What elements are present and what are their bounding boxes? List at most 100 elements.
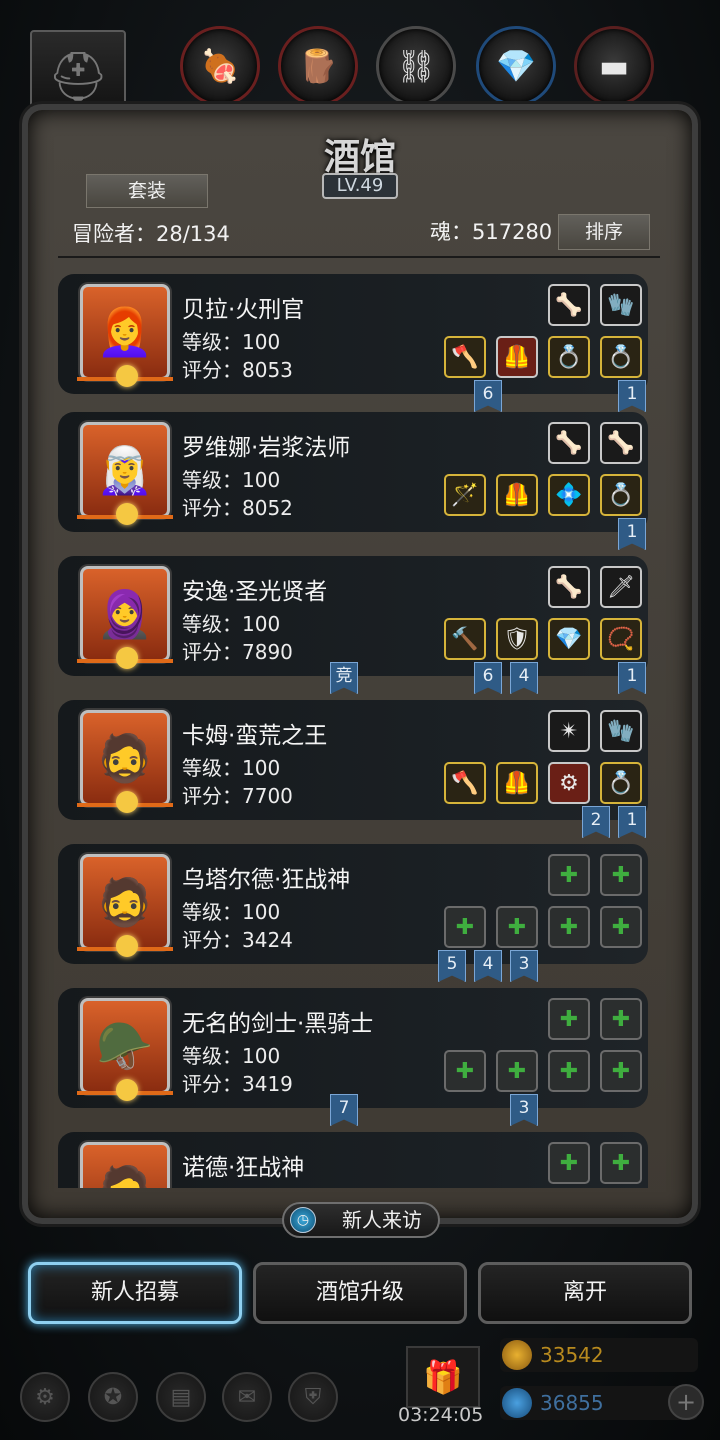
equipment-slot[interactable]: ✚ xyxy=(496,906,538,948)
equipment-slot[interactable]: ✚ xyxy=(444,906,486,948)
equipment-slot[interactable]: 🦺 xyxy=(496,336,538,378)
equipment-slot[interactable]: 🦴 xyxy=(548,284,590,326)
add-currency-button[interactable]: + xyxy=(668,1384,704,1420)
hero-score: 评分：8053 xyxy=(182,358,293,382)
hero-card[interactable]: 🪖 无名的剑士·黑骑士 等级：100 评分：3419 ✚ ✚ ✚ ✚ ✚ ✚ xyxy=(58,988,648,1108)
equipment-slot[interactable]: 🧤 xyxy=(600,710,642,752)
equipment-slot[interactable]: ✚ xyxy=(444,1050,486,1092)
equipment-slot[interactable]: ✚ xyxy=(600,998,642,1040)
hero-portrait[interactable]: 🧔 xyxy=(80,1142,170,1188)
hero-portrait[interactable]: 🧔 xyxy=(77,710,173,813)
wood-icon[interactable]: 🪵 xyxy=(278,26,358,106)
meat-icon[interactable]: 🍖 xyxy=(180,26,260,106)
equipment-slot[interactable]: 🪄 xyxy=(444,474,486,516)
enhance-tag: 7 xyxy=(330,1094,358,1126)
enhance-tag: 1 xyxy=(618,380,646,412)
equipment-slot[interactable]: ✚ xyxy=(600,906,642,948)
equipment-slot[interactable]: ✚ xyxy=(548,1142,590,1184)
hero-level: 等级：100 xyxy=(182,756,281,780)
equipment-slot[interactable]: 💎 xyxy=(548,618,590,660)
equipment-slot[interactable]: 💍 xyxy=(548,336,590,378)
equipment-slot[interactable]: ✚ xyxy=(548,906,590,948)
equipment-slot[interactable]: 🗡 xyxy=(600,566,642,608)
hero-portrait[interactable]: 🧕 xyxy=(77,566,173,669)
upgrade-tavern-button[interactable]: 酒馆升级 xyxy=(253,1262,467,1324)
equipment-slot[interactable]: 🧤 xyxy=(600,284,642,326)
equipment-slot[interactable]: 🦴 xyxy=(600,422,642,464)
equipment-slot[interactable]: ⚙ xyxy=(548,762,590,804)
hero-portrait[interactable]: 🧔 xyxy=(77,854,173,957)
hero-level: 等级：100 xyxy=(182,900,281,924)
equipment-slot[interactable]: 📿 xyxy=(600,618,642,660)
scroll-icon[interactable]: ▤ xyxy=(156,1372,206,1422)
equipment-slot[interactable]: 🦴 xyxy=(548,422,590,464)
hero-face-icon: 🧔 xyxy=(96,874,154,929)
equipment-slot[interactable]: 🛡 xyxy=(496,618,538,660)
hero-score: 评分：7890 xyxy=(182,640,293,664)
enhance-tag: 6 xyxy=(474,380,502,412)
enhance-tag: 1 xyxy=(618,518,646,550)
hero-name: 贝拉·火刑官 xyxy=(182,297,305,323)
equipment-slot[interactable]: 💠 xyxy=(548,474,590,516)
equipment-slot[interactable]: ✚ xyxy=(548,1050,590,1092)
hero-card[interactable]: 🧔 乌塔尔德·狂战神 等级：100 评分：3424 ✚ ✚ ✚ ✚ ✚ ✚ xyxy=(58,844,648,964)
mail-icon[interactable]: ✉ xyxy=(222,1372,272,1422)
sort-button[interactable]: 排序 xyxy=(558,214,650,250)
equipment-slot[interactable]: ✚ xyxy=(600,1050,642,1092)
hero-score: 评分：7700 xyxy=(182,784,293,808)
equipment-slot[interactable]: 🦺 xyxy=(496,762,538,804)
equipment-slot[interactable]: ✴ xyxy=(548,710,590,752)
enhance-tag: 5 xyxy=(438,950,466,982)
recruit-button[interactable]: 新人招募 xyxy=(28,1262,242,1324)
hero-name: 罗维娜·岩浆法师 xyxy=(182,435,351,461)
hero-face-icon: 🧕 xyxy=(96,586,154,641)
hero-portrait[interactable]: 👩‍🦰 xyxy=(77,284,173,387)
equipment-slot[interactable]: ✚ xyxy=(600,854,642,896)
equipment-slot[interactable]: 💍 xyxy=(600,762,642,804)
hero-portrait[interactable]: 🪖 xyxy=(77,998,173,1101)
hero-level: 等级：100 xyxy=(182,1184,280,1188)
equipment-slot[interactable]: ✚ xyxy=(600,1142,642,1184)
set-button[interactable]: 套装 xyxy=(86,174,208,208)
equipment-slot[interactable]: 💍 xyxy=(600,336,642,378)
hero-card[interactable]: 🧝‍♀️ 罗维娜·岩浆法师 等级：100 评分：8052 🦴 🦴 🪄 🦺 💠 💍 xyxy=(58,412,648,532)
hero-card[interactable]: 👩‍🦰 贝拉·火刑官 等级：100 评分：8053 🦴 🧤 🪓 🦺 💍 💍 xyxy=(58,274,648,394)
hero-card[interactable]: 🧔 卡姆·蛮荒之王 等级：100 评分：7700 ✴ 🧤 🪓 🦺 ⚙ 💍 xyxy=(58,700,648,820)
gem-value: 36855 xyxy=(540,1391,604,1415)
gold-coin-icon xyxy=(502,1340,532,1370)
star-badge-icon[interactable]: ✪ xyxy=(88,1372,138,1422)
iron-icon[interactable]: ⛓ xyxy=(376,26,456,106)
settings-gear-icon[interactable]: ⚙ xyxy=(20,1372,70,1422)
equipment-slot[interactable]: ✚ xyxy=(548,854,590,896)
equipment-slot[interactable]: ✚ xyxy=(548,998,590,1040)
ingot-icon[interactable]: ▬ xyxy=(574,26,654,106)
crystal-icon[interactable]: 💎 xyxy=(476,26,556,106)
gift-box-icon[interactable]: 🎁 xyxy=(406,1346,480,1408)
equipment-slot[interactable]: 🪓 xyxy=(444,336,486,378)
hero-face-icon: 🧝‍♀️ xyxy=(96,442,154,497)
equipment-slot[interactable]: 🔨 xyxy=(444,618,486,660)
shield-icon[interactable]: ⛨ xyxy=(288,1372,338,1422)
moon-icon xyxy=(116,935,138,957)
equipment-slot[interactable]: 💍 xyxy=(600,474,642,516)
hero-score: 评分：8052 xyxy=(182,496,293,520)
leave-button[interactable]: 离开 xyxy=(478,1262,692,1324)
hero-portrait[interactable]: 🧝‍♀️ xyxy=(77,422,173,525)
hero-name: 无名的剑士·黑骑士 xyxy=(182,1011,374,1037)
equipment-slot[interactable]: ✚ xyxy=(496,1050,538,1092)
hero-face-icon: 👩‍🦰 xyxy=(96,304,154,359)
hero-face-icon: 🧔 xyxy=(96,730,154,785)
enhance-tag: 1 xyxy=(618,662,646,694)
equipment-slot[interactable]: 🪓 xyxy=(444,762,486,804)
equipment-slot[interactable]: 🦺 xyxy=(496,474,538,516)
enhance-tag: 3 xyxy=(510,950,538,982)
hero-list[interactable]: 👩‍🦰 贝拉·火刑官 等级：100 评分：8053 🦴 🧤 🪓 🦺 💍 💍 6 1 🧝‍♀️ 罗维娜·岩浆… xyxy=(58,266,660,1188)
hero-face-icon: 🪖 xyxy=(96,1018,154,1073)
new-visitor-button[interactable]: ◷ 新人来访 xyxy=(282,1202,440,1238)
hero-card[interactable]: 🧔 诺德·狂战神等级：100 ✚✚ xyxy=(58,1132,648,1188)
hero-card[interactable]: 🧕 安逸·圣光贤者 等级：100 评分：7890 🦴 🗡 🔨 🛡 💎 📿 xyxy=(58,556,648,676)
enhance-tag: 4 xyxy=(510,662,538,694)
clock-icon: ◷ xyxy=(290,1207,316,1233)
moon-icon xyxy=(116,365,138,387)
equipment-slot[interactable]: 🦴 xyxy=(548,566,590,608)
